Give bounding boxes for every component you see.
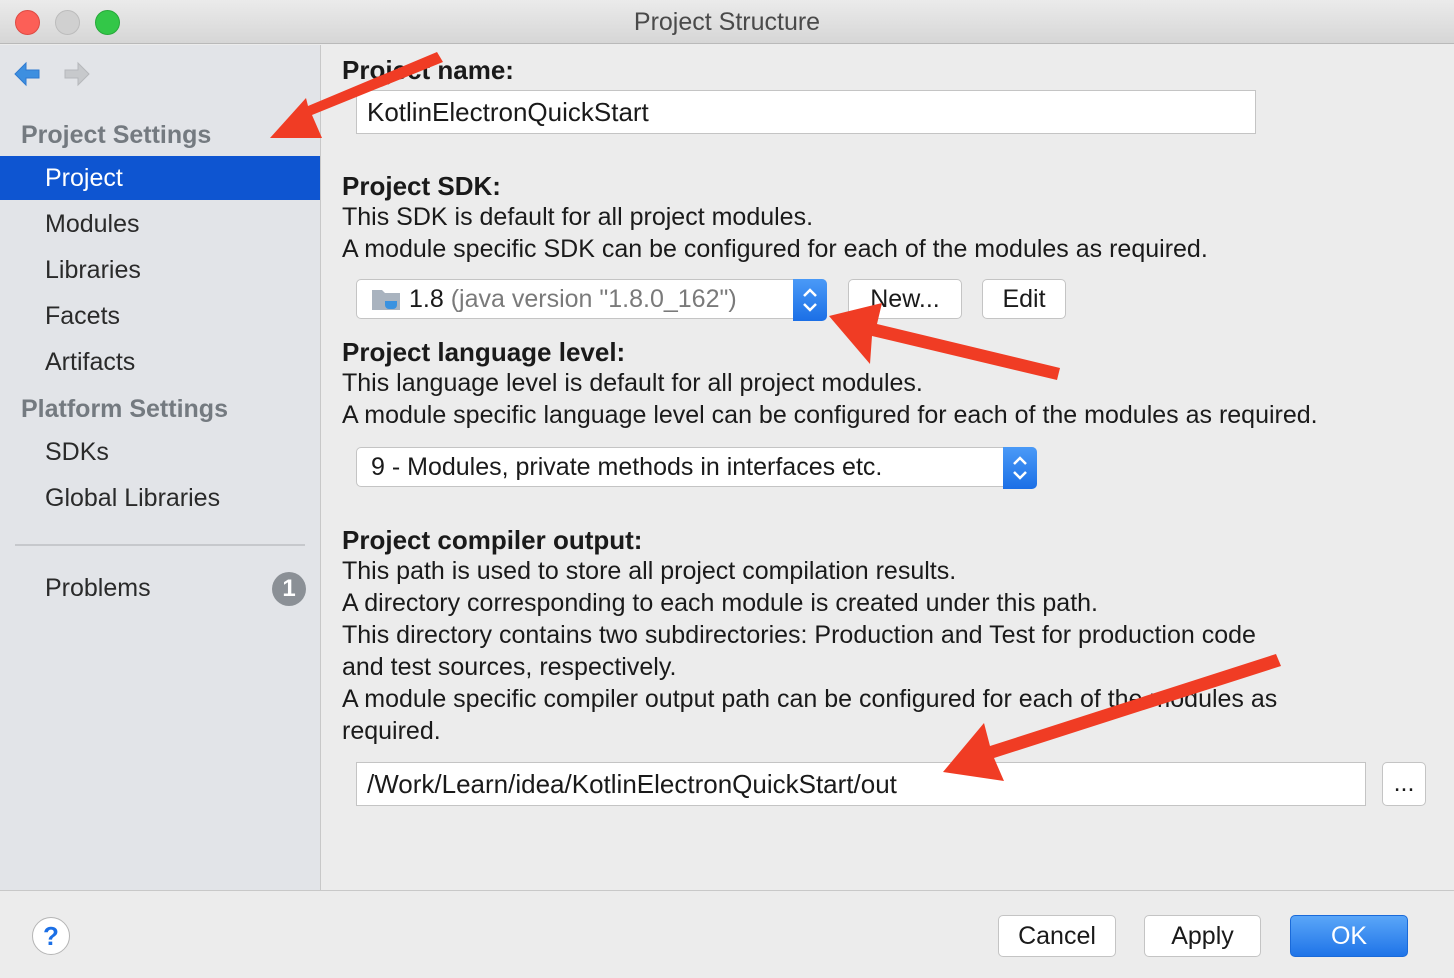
ok-button[interactable]: OK: [1290, 915, 1408, 957]
project-sdk-select[interactable]: 1.8 (java version "1.8.0_162"): [356, 279, 827, 321]
sidebar-item-artifacts[interactable]: Artifacts: [0, 340, 320, 384]
sidebar-item-libraries[interactable]: Libraries: [0, 248, 320, 292]
dialog-footer: ? Cancel Apply OK: [0, 890, 1454, 978]
language-level-value: 9 - Modules, private methods in interfac…: [371, 453, 883, 481]
compiler-output-desc-line-1: This path is used to store all project c…: [342, 557, 957, 585]
sdk-folder-icon: [372, 290, 400, 310]
sidebar-item-facets[interactable]: Facets: [0, 294, 320, 338]
language-level-select[interactable]: 9 - Modules, private methods in interfac…: [356, 447, 1037, 489]
sidebar: Project Settings Project Modules Librari…: [0, 45, 321, 890]
apply-button[interactable]: Apply: [1144, 915, 1261, 957]
project-name-field[interactable]: KotlinElectronQuickStart: [356, 90, 1256, 134]
language-level-stepper[interactable]: [1003, 447, 1037, 489]
compiler-output-desc-line-6: required.: [342, 717, 441, 745]
language-level-desc-line-2: A module specific language level can be …: [342, 401, 1318, 429]
language-level-label: Project language level:: [342, 337, 626, 367]
back-arrow-icon[interactable]: [12, 59, 42, 89]
project-sdk-desc-line-2: A module specific SDK can be configured …: [342, 235, 1208, 263]
compiler-output-desc-line-4: and test sources, respectively.: [342, 653, 677, 681]
chevron-up-down-icon: [1013, 456, 1027, 480]
new-sdk-button[interactable]: New...: [848, 279, 962, 319]
platform-settings-heading: Platform Settings: [21, 395, 228, 423]
project-sdk-desc-line-1: This SDK is default for all project modu…: [342, 203, 814, 231]
problems-count-badge: 1: [272, 572, 306, 606]
language-level-desc-line-1: This language level is default for all p…: [342, 369, 923, 397]
sidebar-item-global-libraries[interactable]: Global Libraries: [0, 476, 320, 520]
compiler-output-desc-line-2: A directory corresponding to each module…: [342, 589, 1098, 617]
compiler-output-path-field[interactable]: /Work/Learn/idea/KotlinElectronQuickStar…: [356, 762, 1366, 806]
sidebar-item-modules[interactable]: Modules: [0, 202, 320, 246]
sdk-select-stepper[interactable]: [793, 279, 827, 321]
edit-sdk-button[interactable]: Edit: [982, 279, 1066, 319]
window-title: Project Structure: [633, 8, 821, 36]
compiler-output-desc-line-3: This directory contains two subdirectori…: [342, 621, 1256, 649]
compiler-output-label: Project compiler output:: [342, 525, 643, 555]
sdk-version: 1.8: [409, 285, 444, 313]
sidebar-item-sdks[interactable]: SDKs: [0, 430, 320, 474]
sidebar-divider: [15, 544, 305, 546]
project-settings-heading: Project Settings: [21, 121, 212, 149]
project-sdk-label: Project SDK:: [342, 171, 501, 201]
browse-output-button[interactable]: ...: [1382, 762, 1426, 806]
sidebar-item-project[interactable]: Project: [0, 156, 320, 200]
chevron-up-down-icon: [803, 288, 817, 312]
project-name-label: Project name:: [342, 55, 514, 85]
help-button[interactable]: ?: [32, 917, 70, 955]
compiler-output-desc-line-5: A module specific compiler output path c…: [342, 685, 1278, 713]
project-settings-panel: Project name: KotlinElectronQuickStart P…: [322, 45, 1454, 890]
forward-arrow-icon[interactable]: [62, 59, 92, 89]
sdk-version-detail: (java version "1.8.0_162"): [450, 285, 737, 313]
title-bar: Project Structure: [0, 0, 1454, 44]
cancel-button[interactable]: Cancel: [998, 915, 1116, 957]
